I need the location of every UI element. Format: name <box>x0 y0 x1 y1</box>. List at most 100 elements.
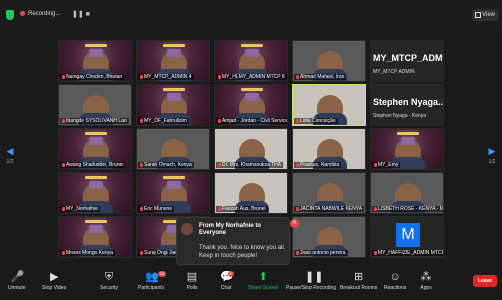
participant-tile[interactable]: Moses Mongo Kenya <box>58 216 132 258</box>
apps-label: Apps <box>420 285 432 291</box>
participant-name: Ibangde SYSOLIVANH Lao <box>60 118 129 124</box>
share-screen-label: Share Screen <box>248 285 279 291</box>
muted-mic-icon <box>218 119 221 123</box>
meeting-top-bar: Recording... ❚❚ ■ View <box>0 0 502 30</box>
participant-name: Eric Munene <box>138 206 175 212</box>
close-chat-icon[interactable]: ✕ <box>290 219 299 228</box>
breakout-rooms-icon: ⊞ <box>354 271 364 283</box>
participant-name: Joao antonio pereira <box>294 250 348 256</box>
share-screen-button[interactable]: ⬆ Share Screen <box>248 271 279 291</box>
participant-tile[interactable]: MY_DF_Fahrulizim <box>136 84 210 126</box>
participant-tile[interactable]: Joao antonio pereira <box>292 216 366 258</box>
unmute-button[interactable]: 🎤 Unmute <box>8 271 26 291</box>
participant-name: Sarah Omach, Kenya <box>138 162 194 168</box>
participant-tile[interactable]: MY_MTCP_ADMIN 4 <box>136 40 210 82</box>
participants-icon: 👥 <box>145 271 159 283</box>
participant-name-text: MY_Norhafnie <box>66 206 98 212</box>
page-indicator-left: 1/2 <box>6 159 14 165</box>
chat-button[interactable]: 💬 2 Chat <box>220 271 234 291</box>
participant-tile[interactable]: M MY_HAFFIZIE_ADMIN MTCP 2 <box>370 216 444 258</box>
participant-tile[interactable]: Amjad - Jordan - Civil Service B <box>214 84 288 126</box>
participant-name: MY_Norhafnie <box>60 206 100 212</box>
security-shield-icon[interactable] <box>6 10 14 20</box>
participant-name-small: Stephen Nyaga - Kenya <box>373 113 427 119</box>
participant-name-text: Amjad - Jordan - Civil Service B <box>222 118 288 124</box>
page-indicator-right: 1/2 <box>488 159 496 165</box>
polls-button[interactable]: ▤ Polls <box>186 271 198 291</box>
chat-badge: 2 <box>227 271 234 277</box>
reactions-button[interactable]: ☺ Reactions <box>384 271 406 291</box>
muted-mic-icon <box>62 251 65 255</box>
muted-mic-icon <box>62 163 65 167</box>
participant-name-text: JACINTA NABWILE KENYA <box>300 206 363 212</box>
participant-tile[interactable]: Pravitus, Namibia <box>292 128 366 170</box>
participant-name-text: Dr. Mrs. Khamsouksa THA <box>222 162 282 168</box>
participant-name-large: Stephen Nyaga... <box>373 97 444 107</box>
security-label: Security <box>100 285 119 291</box>
participant-tile[interactable]: LISBETH ROSE - KENYA - MIN <box>370 172 444 214</box>
recording-label: Recording... <box>28 11 61 17</box>
participant-tile[interactable]: Ahmad Mafaisi, Iran <box>292 40 366 82</box>
participants-button[interactable]: 👥 28 Participants <box>138 271 167 291</box>
apps-button[interactable]: ⁂ Apps <box>420 271 432 291</box>
participant-tile[interactable]: MY_Emy <box>370 128 444 170</box>
participant-tile[interactable]: Dr. Mrs. Khamsouksa THA <box>214 128 288 170</box>
pause-stop-recording-button[interactable]: ❚❚ Pause/Stop Recording <box>286 271 336 291</box>
participant-tile[interactable]: MY_Norhafnie <box>58 172 132 214</box>
muted-mic-icon <box>296 75 299 79</box>
stop-video-label: Stop Video <box>42 285 67 291</box>
participant-name-text: MY_DF_Fahrulizim <box>144 118 187 124</box>
share-screen-icon: ⬆ <box>258 271 268 283</box>
participant-tile[interactable]: Faezah Aus, Brunei <box>214 172 288 214</box>
participant-name: MY_HAFFIZIE_ADMIN MTCP 2 <box>372 250 443 256</box>
muted-mic-icon <box>296 119 299 123</box>
participant-name: Dr. Mrs. Khamsouksa THA <box>216 162 284 168</box>
participant-name-text: LISBETH ROSE - KENYA - MIN <box>378 206 444 212</box>
participant-tile[interactable]: JACINTA NABWILE KENYA <box>292 172 366 214</box>
grid-view-icon <box>475 12 481 18</box>
apps-icon: ⁂ <box>420 271 432 283</box>
stop-video-button[interactable]: ▶ Stop Video <box>42 271 66 291</box>
participants-label: Participants <box>138 285 165 291</box>
participant-name: Moses Mongo Kenya <box>60 250 115 256</box>
participant-tile[interactable]: Eric Munene <box>136 172 210 214</box>
smiley-icon: ☺ <box>389 271 401 283</box>
participant-tile[interactable]: Sarah Omach, Kenya <box>136 128 210 170</box>
participant-name: JACINTA NABWILE KENYA <box>294 206 365 212</box>
chat-notification[interactable]: From My Norhafnie to Everyone Thank you.… <box>176 217 290 265</box>
participant-name: Amjad - Jordan - Civil Service B <box>216 118 288 124</box>
breakout-rooms-button[interactable]: ⊞ Breakout Rooms <box>340 271 377 291</box>
participant-tile[interactable]: Awang Shaifuddin, Brunei <box>58 128 132 170</box>
muted-mic-icon <box>140 75 143 79</box>
polls-icon: ▤ <box>186 271 198 283</box>
next-page-button[interactable]: ▶ 1/2 <box>486 146 498 165</box>
muted-mic-icon <box>296 251 299 255</box>
leave-button[interactable]: Leave <box>473 275 497 287</box>
participant-name-text: MY_MTCP_ADMIN 4 <box>144 74 192 80</box>
participant-name-text: MY_HLMY_ADMIN MTCP 8 <box>222 74 285 80</box>
participant-tile[interactable]: Namgay Choden, Bhutan <box>58 40 132 82</box>
participant-tile[interactable]: Stephen Nyaga... Stephen Nyaga - Kenya <box>370 84 444 126</box>
participant-tile[interactable]: MY_HLMY_ADMIN MTCP 8 <box>214 40 288 82</box>
participant-tile[interactable]: Lidia Conceição <box>292 84 366 126</box>
participant-name-text: Lidia Conceição <box>300 118 336 124</box>
participant-name-text: Awang Shaifuddin, Brunei <box>66 162 124 168</box>
security-button[interactable]: ⛨ Security <box>100 271 118 291</box>
participant-tile[interactable]: Ibangde SYSOLIVANH Lao <box>58 84 132 126</box>
muted-mic-icon <box>374 163 377 167</box>
breakout-label: Breakout Rooms <box>340 285 378 291</box>
participant-name-text: Namgay Choden, Bhutan <box>66 74 123 80</box>
muted-mic-icon <box>218 207 221 211</box>
view-label: View <box>482 12 495 18</box>
chat-sender: From My Norhafnie to Everyone <box>199 223 262 236</box>
muted-mic-icon <box>140 251 143 255</box>
muted-mic-icon <box>296 163 299 167</box>
participant-tile[interactable]: MY_MTCP_ADMIN MY_MTCP ADMIN <box>370 40 444 82</box>
muted-mic-icon <box>62 75 65 79</box>
muted-mic-icon <box>296 207 299 211</box>
previous-page-button[interactable]: ◀ 1/2 <box>4 146 16 165</box>
participant-name: MY_MTCP_ADMIN 4 <box>138 74 194 80</box>
view-button[interactable]: View <box>472 9 498 21</box>
recording-controls[interactable]: ❚❚ ■ <box>72 10 90 18</box>
participant-name-text: MY_Emy <box>378 162 399 168</box>
